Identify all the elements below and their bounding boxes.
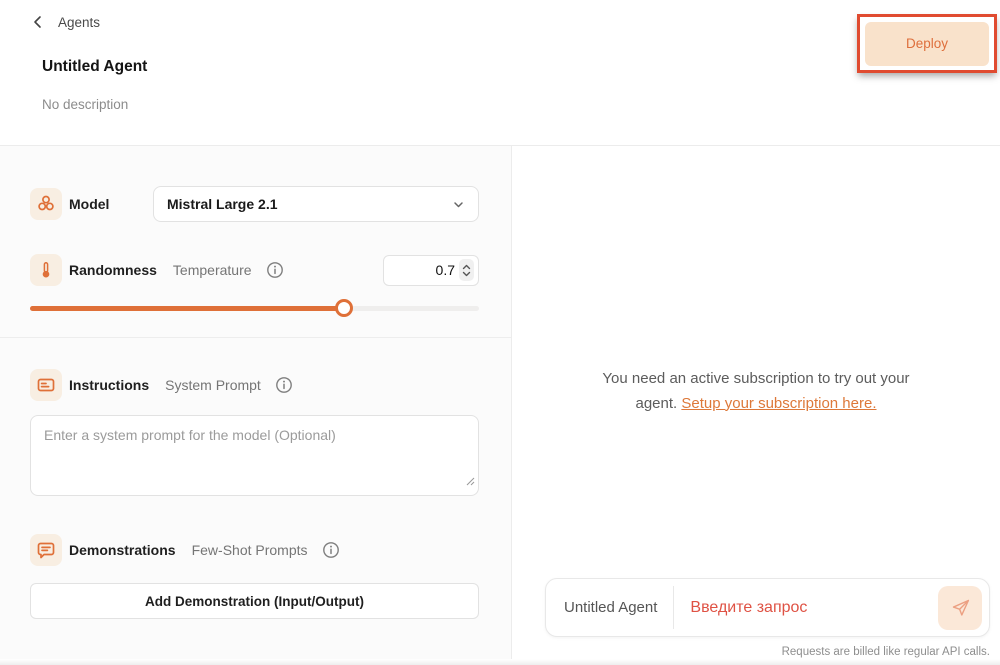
randomness-label: Randomness	[69, 262, 157, 278]
model-row: Model Mistral Large 2.1	[30, 186, 479, 222]
instructions-label: Instructions	[69, 377, 149, 393]
slider-fill	[30, 306, 344, 311]
agent-description: No description	[42, 97, 128, 112]
model-label: Model	[69, 196, 109, 212]
chat-agent-name: Untitled Agent	[564, 599, 657, 616]
chat-divider	[673, 586, 674, 629]
model-icon	[30, 188, 62, 220]
page-header: Agents Untitled Agent No description Dep…	[0, 0, 1000, 146]
temperature-value: 0.7	[436, 262, 455, 278]
agent-config-panel: Model Mistral Large 2.1 Randomness Tempe…	[0, 146, 512, 665]
instructions-row: Instructions System Prompt	[30, 369, 479, 401]
breadcrumb[interactable]: Agents	[31, 14, 100, 30]
billing-footnote: Requests are billed like regular API cal…	[782, 646, 990, 658]
deploy-highlight-annotation: Deploy	[857, 14, 997, 73]
system-prompt-label: System Prompt	[165, 377, 261, 393]
system-prompt-wrap	[30, 415, 479, 496]
system-prompt-textarea[interactable]	[30, 415, 479, 496]
main-content: Model Mistral Large 2.1 Randomness Tempe…	[0, 146, 1000, 665]
instructions-icon	[30, 369, 62, 401]
thermometer-icon	[30, 254, 62, 286]
randomness-row: Randomness Temperature 0.7	[30, 254, 479, 286]
notice-line2-prefix: agent.	[636, 395, 682, 412]
info-icon[interactable]	[322, 541, 340, 559]
model-selected-value: Mistral Large 2.1	[167, 196, 278, 212]
temperature-label: Temperature	[173, 262, 252, 278]
slider-thumb[interactable]	[335, 299, 353, 317]
temperature-input[interactable]: 0.7	[383, 255, 479, 286]
chat-input-bar: Untitled Agent Введите запрос	[545, 578, 990, 637]
section-divider	[0, 337, 511, 338]
number-stepper[interactable]	[459, 259, 474, 281]
add-demonstration-button[interactable]: Add Demonstration (Input/Output)	[30, 583, 479, 619]
info-icon[interactable]	[266, 261, 284, 279]
demonstrations-label: Demonstrations	[69, 542, 176, 558]
info-icon[interactable]	[275, 376, 293, 394]
model-select[interactable]: Mistral Large 2.1	[153, 186, 479, 222]
paper-plane-icon	[950, 597, 971, 618]
page-title: Untitled Agent	[42, 58, 147, 76]
subscription-notice: You need an active subscription to try o…	[532, 367, 980, 416]
back-chevron-icon[interactable]	[31, 14, 45, 30]
deploy-button[interactable]: Deploy	[865, 22, 989, 66]
notice-line1: You need an active subscription to try o…	[602, 370, 909, 387]
setup-subscription-link[interactable]: Setup your subscription here.	[681, 395, 876, 412]
send-button[interactable]	[938, 586, 982, 630]
demonstrations-row: Demonstrations Few-Shot Prompts	[30, 534, 479, 566]
few-shot-label: Few-Shot Prompts	[192, 542, 308, 558]
chat-query-input[interactable]: Введите запрос	[690, 599, 938, 617]
temperature-slider[interactable]	[30, 299, 479, 317]
speech-bubble-icon	[30, 534, 62, 566]
breadcrumb-label[interactable]: Agents	[58, 15, 100, 30]
playground-panel: You need an active subscription to try o…	[512, 146, 1000, 665]
chevron-down-icon	[452, 198, 465, 211]
